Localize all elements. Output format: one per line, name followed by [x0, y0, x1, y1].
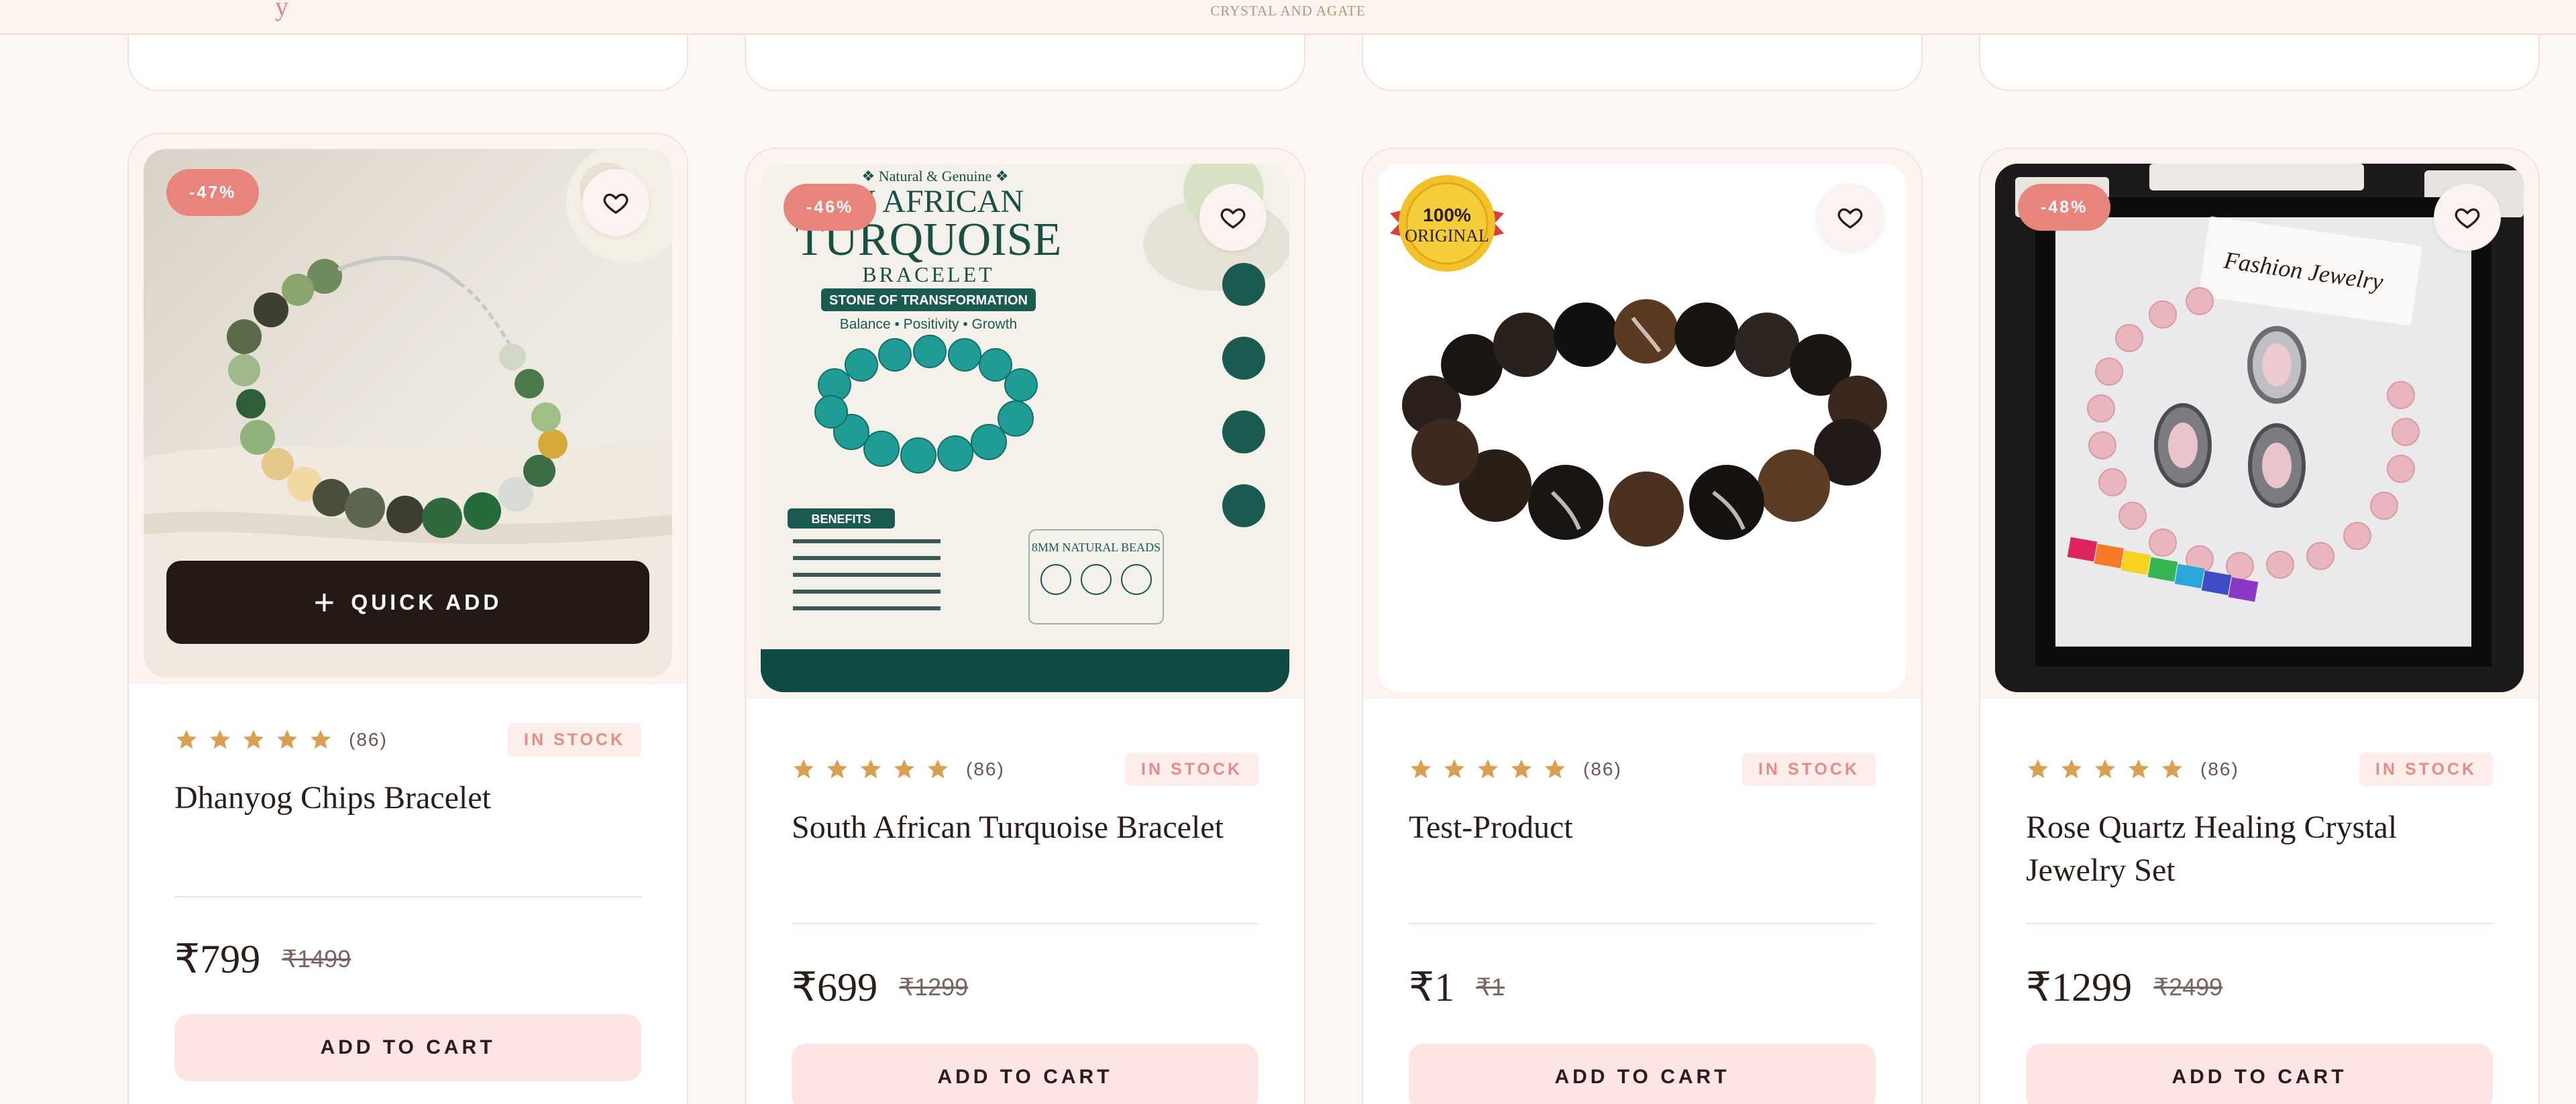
- card-divider: [174, 896, 641, 897]
- discount-badge: -47%: [166, 169, 260, 216]
- product-image[interactable]: ❖ Natural & Genuine ❖ TH AFRICAN TURQUOI…: [761, 164, 1289, 692]
- rating-row: (86) IN STOCK: [792, 753, 1258, 786]
- product-card[interactable]: Fashion Jewelry -48% (86) IN STOCK Rose …: [1979, 148, 2540, 1104]
- product-card[interactable]: 100% ORIGINAL (86) IN STOCK Test-Product…: [1362, 148, 1923, 1104]
- star-icon: [277, 730, 297, 749]
- card-divider: [1409, 923, 1876, 924]
- star-rating: [792, 757, 950, 781]
- product-card[interactable]: -47% + QUICK ADD (86) IN STOCK Dhanyog C…: [127, 133, 688, 1104]
- star-icon: [176, 730, 197, 749]
- product-media: 100% ORIGINAL: [1363, 149, 1921, 699]
- compare-price: ₹1: [1476, 973, 1505, 1001]
- benefits-title: BENEFITS: [811, 512, 871, 526]
- rating-row: (86) IN STOCK: [1409, 753, 1876, 786]
- brand-tagline: CRYSTAL AND AGATE: [1210, 3, 1366, 19]
- star-rating: [2026, 757, 2184, 781]
- discount-badge: -46%: [784, 184, 877, 231]
- star-icon: [2129, 759, 2149, 779]
- stock-badge: IN STOCK: [1125, 753, 1258, 786]
- image-tagline: Balance • Positivity • Growth: [840, 317, 1017, 332]
- quick-add-button[interactable]: + QUICK ADD: [166, 561, 649, 644]
- product-title[interactable]: Rose Quartz Healing Crystal Jewelry Set: [2026, 806, 2493, 892]
- card-divider: [2026, 923, 2493, 924]
- product-media: Fashion Jewelry -48%: [1980, 149, 2538, 699]
- heart-icon: [2455, 208, 2480, 229]
- star-icon: [210, 730, 230, 749]
- beads-label: 8MM NATURAL BEADS: [1032, 541, 1161, 554]
- compare-price: ₹1499: [282, 945, 352, 973]
- star-icon: [2028, 759, 2048, 779]
- star-icon: [1411, 759, 1431, 779]
- star-icon: [2061, 759, 2082, 779]
- image-ribbon: STONE OF TRANSFORMATION: [829, 293, 1028, 308]
- star-icon: [2162, 759, 2182, 779]
- price-row: ₹1299 ₹2499: [2026, 960, 2222, 1014]
- product-image[interactable]: Fashion Jewelry: [1995, 164, 2524, 692]
- star-icon: [827, 759, 847, 779]
- rating-row: (86) IN STOCK: [174, 723, 641, 757]
- review-count[interactable]: (86): [349, 729, 388, 751]
- star-rating: [174, 728, 333, 752]
- add-to-cart-button[interactable]: ADD TO CART: [792, 1044, 1258, 1104]
- product-title[interactable]: South African Turquoise Bracelet: [792, 806, 1258, 849]
- wishlist-button[interactable]: [1817, 184, 1884, 251]
- product-media: -47% + QUICK ADD: [129, 134, 687, 684]
- star-icon: [1511, 759, 1532, 779]
- wishlist-button[interactable]: [1199, 184, 1267, 251]
- sale-price: ₹1: [1409, 965, 1455, 1009]
- site-header: y CRYSTAL AND AGATE: [0, 0, 2576, 35]
- plus-icon: +: [313, 582, 335, 622]
- star-icon: [794, 759, 814, 779]
- product-media: ❖ Natural & Genuine ❖ TH AFRICAN TURQUOI…: [746, 149, 1304, 699]
- heart-icon: [603, 193, 629, 214]
- wishlist-button[interactable]: [2434, 184, 2501, 251]
- heart-icon: [1837, 208, 1863, 229]
- compare-price: ₹1299: [899, 973, 969, 1001]
- seal-line2: ORIGINAL: [1405, 226, 1489, 245]
- seal-line1: 100%: [1423, 205, 1471, 225]
- star-rating: [1409, 757, 1567, 781]
- wishlist-button[interactable]: [582, 169, 649, 236]
- review-count[interactable]: (86): [966, 759, 1005, 780]
- original-seal-badge: 100% ORIGINAL: [1390, 173, 1504, 274]
- discount-badge: -48%: [2018, 184, 2111, 231]
- stock-badge: IN STOCK: [1742, 753, 1876, 786]
- product-title[interactable]: Test-Product: [1409, 806, 1876, 849]
- star-icon: [861, 759, 881, 779]
- stock-badge: IN STOCK: [508, 723, 641, 757]
- star-icon: [1545, 759, 1565, 779]
- card-divider: [792, 923, 1258, 924]
- add-to-cart-button[interactable]: ADD TO CART: [174, 1014, 641, 1081]
- star-icon: [1444, 759, 1464, 779]
- image-title-line3: BRACELET: [862, 262, 994, 286]
- heart-icon: [1220, 208, 1246, 229]
- quick-add-label: QUICK ADD: [351, 590, 502, 614]
- price-row: ₹799 ₹1499: [174, 932, 351, 986]
- review-count[interactable]: (86): [2200, 759, 2239, 780]
- star-icon: [311, 730, 331, 749]
- product-title[interactable]: Dhanyog Chips Bracelet: [174, 777, 641, 820]
- add-to-cart-button[interactable]: ADD TO CART: [1409, 1044, 1876, 1104]
- compare-price: ₹2499: [2153, 973, 2223, 1001]
- star-icon: [2095, 759, 2115, 779]
- sale-price: ₹799: [174, 937, 261, 981]
- product-card[interactable]: ❖ Natural & Genuine ❖ TH AFRICAN TURQUOI…: [745, 148, 1305, 1104]
- star-icon: [928, 759, 948, 779]
- star-icon: [244, 730, 264, 749]
- image-kicker: ❖ Natural & Genuine ❖: [861, 168, 1008, 184]
- sale-price: ₹1299: [2026, 965, 2133, 1009]
- rating-row: (86) IN STOCK: [2026, 753, 2493, 786]
- stock-badge: IN STOCK: [2359, 753, 2493, 786]
- star-icon: [894, 759, 914, 779]
- star-icon: [1478, 759, 1498, 779]
- add-to-cart-button[interactable]: ADD TO CART: [2026, 1044, 2493, 1104]
- price-row: ₹1 ₹1: [1409, 960, 1505, 1014]
- price-row: ₹699 ₹1299: [792, 960, 968, 1014]
- review-count[interactable]: (86): [1583, 759, 1622, 780]
- sale-price: ₹699: [792, 965, 878, 1009]
